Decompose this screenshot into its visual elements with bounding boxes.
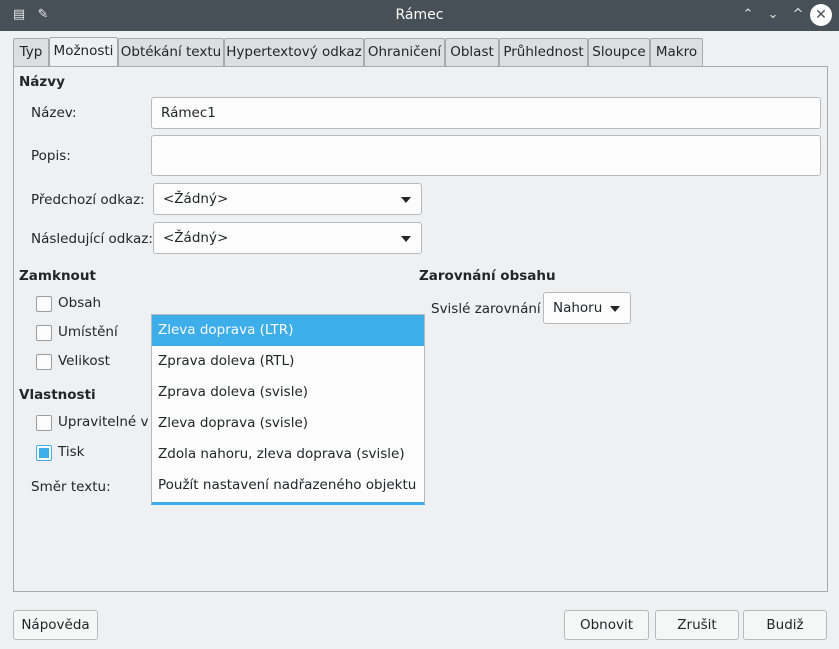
- tab-typ[interactable]: Typ: [13, 38, 49, 66]
- next-link-select[interactable]: <Žádný>: [153, 222, 422, 254]
- lock-heading: Zamknout: [19, 268, 96, 284]
- tab-sloupce[interactable]: Sloupce: [588, 38, 650, 66]
- tab-pruhlednost[interactable]: Průhlednost: [499, 38, 588, 66]
- tab-hypertextovy-odkaz[interactable]: Hypertextový odkaz: [224, 38, 364, 66]
- tab-moznosti[interactable]: Možnosti: [49, 37, 118, 67]
- keep-above-icon[interactable]: ⌃: [739, 6, 757, 24]
- minimize-icon[interactable]: ⌄: [764, 6, 782, 24]
- print-label: Tisk: [58, 444, 85, 460]
- lock-size-checkbox[interactable]: [36, 354, 52, 370]
- ok-button[interactable]: Budiž: [743, 610, 827, 640]
- chevron-down-icon: [401, 236, 411, 242]
- chevron-down-icon: [610, 306, 620, 312]
- maximize-icon[interactable]: ^: [789, 6, 807, 24]
- next-link-label: Následující odkaz:: [31, 231, 153, 247]
- direction-option-rtl-vertical[interactable]: Zprava doleva (svisle): [152, 377, 424, 408]
- name-value: Rámec1: [161, 105, 216, 121]
- description-label: Popis:: [31, 148, 71, 164]
- direction-option-ltr-vertical[interactable]: Zleva doprava (svisle): [152, 408, 424, 439]
- name-field[interactable]: Rámec1: [151, 97, 821, 129]
- lock-content-label: Obsah: [58, 295, 102, 311]
- chevron-down-icon: [401, 197, 411, 203]
- previous-link-label: Předchozí odkaz:: [31, 192, 145, 208]
- title-bar: ▤ ✎ Rámec ⌃ ⌄ ^ ✕: [0, 0, 839, 31]
- properties-heading: Vlastnosti: [19, 387, 96, 403]
- previous-link-select[interactable]: <Žádný>: [153, 183, 422, 215]
- lock-content-checkbox[interactable]: [36, 296, 52, 312]
- editable-readonly-checkbox[interactable]: [36, 415, 52, 431]
- cancel-button[interactable]: Zrušit: [655, 610, 739, 640]
- description-field[interactable]: [151, 135, 821, 176]
- tab-oblast[interactable]: Oblast: [445, 38, 499, 66]
- close-icon[interactable]: ✕: [810, 4, 832, 26]
- window-title: Rámec: [395, 7, 444, 23]
- help-button[interactable]: Nápověda: [13, 610, 98, 640]
- lock-size-label: Velikost: [58, 353, 110, 369]
- tab-makro[interactable]: Makro: [650, 38, 703, 66]
- lock-position-checkbox[interactable]: [36, 325, 52, 341]
- next-link-value: <Žádný>: [163, 230, 229, 246]
- direction-option-parent[interactable]: Použít nastavení nadřazeného objektu: [152, 470, 424, 501]
- name-label: Název:: [31, 105, 77, 121]
- direction-option-ltr[interactable]: Zleva doprava (LTR): [152, 315, 424, 346]
- names-heading: Názvy: [19, 74, 65, 90]
- direction-option-rtl[interactable]: Zprava doleva (RTL): [152, 346, 424, 377]
- tab-obtekani-textu[interactable]: Obtékání textu: [118, 38, 224, 66]
- editable-readonly-label: Upravitelné v d: [58, 414, 162, 430]
- tab-ohraniceni[interactable]: Ohraničení: [364, 38, 445, 66]
- previous-link-value: <Žádný>: [163, 191, 229, 207]
- lock-position-label: Umístění: [58, 324, 118, 340]
- content-alignment-heading: Zarovnání obsahu: [419, 268, 556, 284]
- vertical-alignment-label: Svislé zarovnání: [431, 301, 541, 317]
- direction-option-btt-vertical[interactable]: Zdola nahoru, zleva doprava (svisle): [152, 439, 424, 470]
- vertical-alignment-value: Nahoru: [553, 300, 603, 316]
- text-direction-label: Směr textu:: [31, 479, 111, 495]
- print-checkbox[interactable]: [36, 445, 52, 461]
- vertical-alignment-select[interactable]: Nahoru: [543, 292, 631, 324]
- reset-button[interactable]: Obnovit: [564, 610, 649, 640]
- text-direction-dropdown: Zleva doprava (LTR) Zprava doleva (RTL) …: [151, 314, 425, 505]
